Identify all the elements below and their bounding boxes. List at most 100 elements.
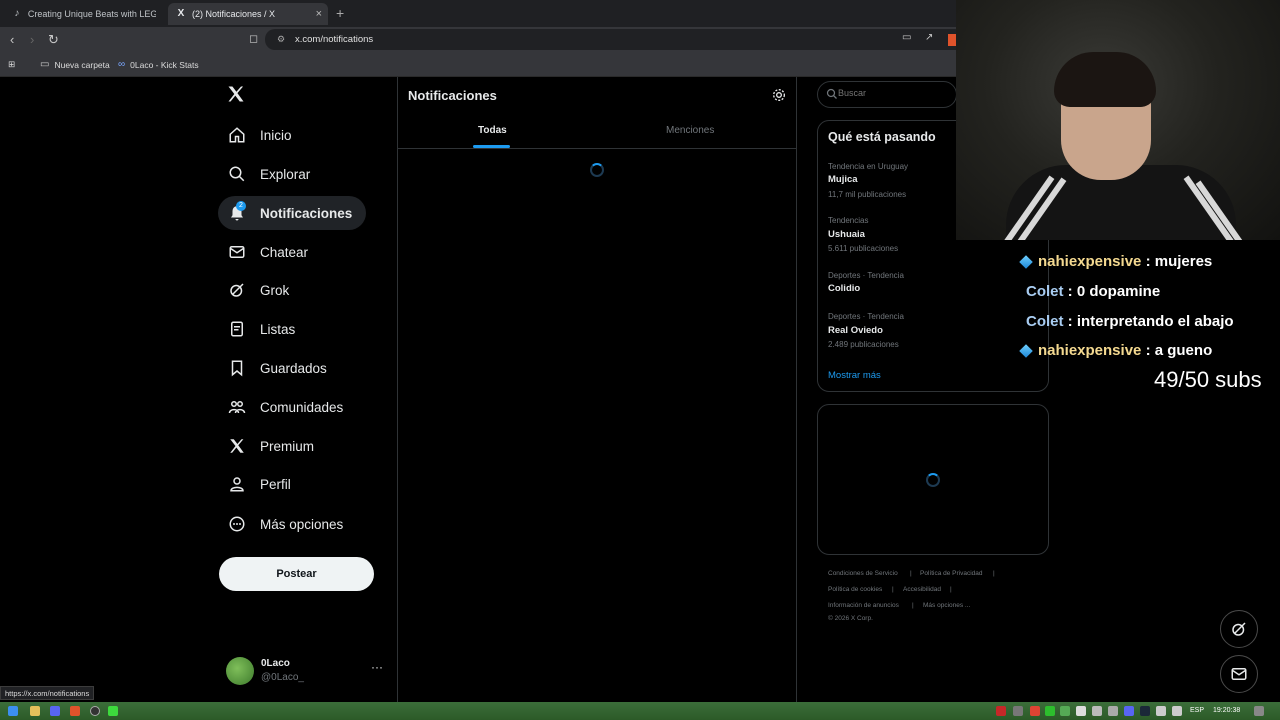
chat-message: nahiexpensive : mujeres	[1019, 253, 1212, 270]
tray-app-icon[interactable]	[1045, 706, 1055, 716]
search-icon	[229, 166, 245, 182]
kick-icon[interactable]	[108, 706, 118, 716]
brave-icon[interactable]	[70, 706, 80, 716]
site-info-icon[interactable]: ⚙	[277, 34, 285, 45]
reload-icon[interactable]: ↻	[48, 32, 59, 48]
windows-start-icon[interactable]	[8, 706, 18, 716]
bookmark-label: 0Laco - Kick Stats	[130, 59, 199, 70]
sub-badge-icon	[1019, 344, 1033, 358]
new-tab-button[interactable]: +	[336, 5, 344, 21]
language-indicator[interactable]: ESP	[1190, 707, 1204, 714]
post-button[interactable]: Postear	[219, 557, 374, 591]
footer-accessibility-link[interactable]: Accesibilidad	[903, 586, 941, 593]
bookmark-nueva-carpeta[interactable]: ▭ Nueva carpeta	[40, 59, 110, 70]
profile-name: 0Laco	[261, 658, 290, 669]
bookmark-icon	[231, 360, 243, 377]
mail-icon	[229, 246, 245, 258]
obs-icon[interactable]	[90, 706, 100, 716]
bookmark-star-icon[interactable]: ◻	[249, 32, 258, 45]
footer-separator: |	[892, 586, 894, 593]
tray-app-icon[interactable]	[1108, 706, 1118, 716]
sub-badge-icon	[1019, 255, 1033, 269]
sidebar-item-inicio[interactable]: Inicio	[218, 118, 302, 152]
chat-text: : a gueno	[1145, 342, 1213, 359]
tray-app-icon[interactable]	[1030, 706, 1040, 716]
show-more-link[interactable]: Mostrar más	[828, 370, 881, 381]
sidebar-item-grok[interactable]: Grok	[218, 273, 299, 307]
network-icon[interactable]	[1156, 706, 1166, 716]
page-title: Notificaciones	[408, 88, 497, 103]
tray-app-icon[interactable]	[1013, 706, 1023, 716]
active-tab-indicator	[473, 145, 510, 148]
chat-username: Colet	[1026, 313, 1064, 330]
trend-name[interactable]: Real Oviedo	[828, 325, 883, 336]
sidebar-item-perfil[interactable]: Perfil	[218, 467, 301, 501]
microphone-icon[interactable]	[1076, 706, 1086, 716]
footer-privacy-link[interactable]: Política de Privacidad	[920, 570, 983, 577]
close-tab-icon[interactable]: ×	[316, 8, 322, 20]
apps-grid-icon[interactable]: ⊞	[8, 59, 15, 70]
sidebar-item-chatear[interactable]: Chatear	[218, 235, 318, 269]
sidebar-item-label: Listas	[260, 321, 296, 337]
discord-tray-icon[interactable]	[1124, 706, 1134, 716]
sidebar-item-comunidades[interactable]: Comunidades	[218, 390, 353, 424]
chat-username: nahiexpensive	[1038, 253, 1142, 270]
sidebar-item-explorar[interactable]: Explorar	[218, 157, 320, 191]
list-icon	[231, 321, 243, 337]
sidebar-item-listas[interactable]: Listas	[218, 312, 305, 346]
footer-more-link[interactable]: Más opciones ...	[923, 602, 970, 609]
kick-stats-icon: ∞	[118, 59, 126, 70]
brave-shield-icon[interactable]	[948, 34, 956, 46]
more-dots-icon[interactable]: ···	[371, 660, 383, 674]
forward-icon[interactable]: ›	[30, 32, 34, 47]
x-logo-icon: X	[177, 8, 185, 19]
footer-ads-link[interactable]: Información de anuncios	[828, 602, 899, 609]
bookmark-kick-stats[interactable]: ∞ 0Laco - Kick Stats	[118, 59, 199, 70]
footer-separator: |	[993, 570, 995, 577]
footer-terms-link[interactable]: Condiciones de Servicio	[828, 570, 898, 577]
folder-icon: ▭	[40, 59, 50, 70]
sidebar-item-guardados[interactable]: Guardados	[218, 351, 337, 385]
tab-menciones[interactable]: Menciones	[666, 125, 714, 136]
gear-icon[interactable]	[771, 87, 787, 103]
chat-message: Colet : interpretando el abajo	[1026, 313, 1234, 330]
sidebar-item-label: Perfil	[260, 476, 291, 492]
more-circle-icon	[229, 516, 245, 532]
browser-tab-notifications[interactable]: X (2) Notificaciones / X ×	[168, 3, 328, 25]
clock[interactable]: 19:20:38	[1213, 707, 1240, 714]
sidebar-item-label: Inicio	[260, 127, 292, 143]
grok-float-button[interactable]	[1220, 610, 1258, 648]
webcam-overlay	[956, 0, 1280, 240]
sidebar-item-mas-opciones[interactable]: Más opciones	[218, 507, 353, 541]
messages-float-button[interactable]	[1220, 655, 1258, 693]
trends-title: Qué está pasando	[828, 130, 936, 144]
browser-tab-beats[interactable]: ♪ Creating Unique Beats with LEGOs in	[4, 3, 164, 25]
trend-name[interactable]: Ushuaia	[828, 229, 865, 240]
chat-username: Colet	[1026, 283, 1064, 300]
sidebar-item-premium[interactable]: Premium	[218, 429, 324, 463]
back-icon[interactable]: ‹	[10, 32, 14, 47]
discord-icon[interactable]	[50, 706, 60, 716]
url-text[interactable]: x.com/notifications	[295, 34, 373, 45]
volume-icon[interactable]	[1172, 706, 1182, 716]
trend-count: 5.611 publicaciones	[828, 244, 899, 253]
steam-icon[interactable]	[1140, 706, 1150, 716]
tab-todas[interactable]: Todas	[478, 125, 507, 136]
trend-name[interactable]: Mujica	[828, 174, 858, 185]
tray-app-icon[interactable]	[1092, 706, 1102, 716]
sub-goal-counter: 49/50 subs	[1154, 367, 1262, 392]
sidebar-item-label: Notificaciones	[260, 205, 353, 221]
trend-name[interactable]: Colidio	[828, 283, 860, 294]
footer-cookies-link[interactable]: Política de cookies	[828, 586, 882, 593]
notifications-tray-icon[interactable]	[1254, 706, 1264, 716]
grok-icon	[230, 283, 244, 297]
tray-app-icon[interactable]	[996, 706, 1006, 716]
account-switcher[interactable]: 0Laco @0Laco_ ···	[226, 656, 386, 686]
cast-icon[interactable]: ▭	[902, 32, 911, 43]
tray-app-icon[interactable]	[1060, 706, 1070, 716]
search-input[interactable]	[838, 88, 948, 98]
chat-message: Colet : 0 dopamine	[1026, 283, 1160, 300]
x-logo-icon[interactable]	[226, 84, 246, 104]
share-icon[interactable]: ↗	[925, 32, 933, 43]
file-explorer-icon[interactable]	[30, 706, 40, 716]
